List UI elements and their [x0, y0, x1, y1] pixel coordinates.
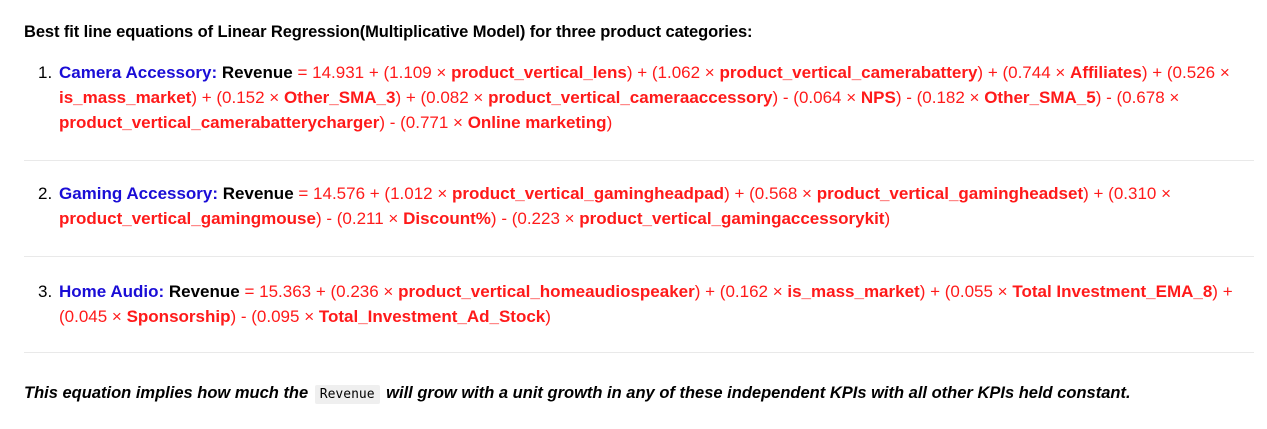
note-text-after: will grow with a unit growth in any of t… — [381, 384, 1131, 402]
term-coefficient: + (1.062 × — [632, 63, 720, 82]
term-variable: Affiliates — [1070, 63, 1142, 82]
list-number: 1. — [38, 63, 53, 82]
term-variable: product_vertical_cameraaccessory — [488, 88, 773, 107]
term-coefficient: + (1.012 × — [365, 184, 452, 203]
term-variable: product_vertical_homeaudiospeaker — [398, 282, 695, 301]
category-name: Home Audio: — [59, 282, 165, 301]
term-coefficient: + (0.152 × — [197, 88, 284, 107]
term-coefficient: + (0.162 × — [700, 282, 788, 301]
term-variable: product_vertical_gamingmouse — [59, 209, 316, 228]
term-coefficient: + (0.744 × — [983, 63, 1071, 82]
term-coefficient: - (0.678 × — [1101, 88, 1180, 107]
term-variable: product_vertical_gamingheadset — [816, 184, 1084, 203]
list-number: 3. — [38, 282, 53, 301]
term-variable: Total_Investment_Ad_Stock — [318, 307, 546, 326]
target-variable: Revenue — [221, 63, 293, 82]
term-coefficient: + (0.236 × — [311, 282, 399, 301]
term-coefficient: - (0.223 × — [496, 209, 580, 228]
separator — [24, 256, 1254, 257]
section-heading: Best fit line equations of Linear Regres… — [24, 23, 753, 41]
term-variable: NPS — [860, 88, 896, 107]
note-text-before: This equation implies how much the — [24, 384, 313, 402]
term-close: ) — [545, 307, 551, 326]
target-variable: Revenue — [168, 282, 240, 301]
term-variable: is_mass_market — [787, 282, 920, 301]
term-variable: product_vertical_lens — [451, 63, 627, 82]
term-coefficient: - (0.771 × — [385, 113, 468, 132]
intercept: = 15.363 — [239, 282, 312, 301]
term-coefficient: - (0.064 × — [778, 88, 861, 107]
target-variable: Revenue — [222, 184, 294, 203]
explanation-note: This equation implies how much the Reven… — [24, 384, 1144, 404]
term-coefficient: - (0.095 × — [236, 307, 319, 326]
term-variable: Total Investment_EMA_8 — [1012, 282, 1213, 301]
term-variable: is_mass_market — [59, 88, 192, 107]
equation-item: 1. Camera Accessory: Revenue = 14.931 + (… — [24, 60, 1254, 135]
term-coefficient: + (0.568 × — [729, 184, 817, 203]
term-variable: product_vertical_gamingaccessorykit — [579, 209, 885, 228]
term-close: ) — [884, 209, 891, 228]
list-number: 2. — [38, 184, 53, 203]
term-variable: Other_SMA_5 — [984, 88, 1096, 107]
separator — [24, 160, 1254, 161]
term-coefficient: + (1.109 × — [364, 63, 452, 82]
separator — [24, 352, 1254, 353]
equation-item: 2. Gaming Accessory: Revenue = 14.576 + (… — [24, 181, 1254, 231]
inline-code: Revenue — [314, 385, 380, 404]
equation-list: 1. Camera Accessory: Revenue = 14.931 + (… — [24, 60, 1254, 353]
term-variable: product_vertical_gamingheadpad — [451, 184, 725, 203]
term-close: ) — [606, 113, 613, 132]
term-coefficient: - (0.211 × — [321, 209, 404, 228]
term-variable: Online marketing — [467, 113, 607, 132]
intercept: = 14.576 — [293, 184, 366, 203]
term-variable: Other_SMA_3 — [283, 88, 396, 107]
category-name: Gaming Accessory: — [59, 184, 219, 203]
term-coefficient: + (0.055 × — [925, 282, 1013, 301]
equation-item: 3. Home Audio: Revenue = 15.363 + (0.236 … — [24, 279, 1254, 329]
term-variable: Sponsorship — [126, 307, 231, 326]
term-coefficient: - (0.182 × — [901, 88, 985, 107]
term-variable: Discount% — [403, 209, 491, 228]
term-variable: product_vertical_camerabattery — [719, 63, 978, 82]
intercept: = 14.931 — [292, 63, 365, 82]
term-coefficient: + (0.310 × — [1088, 184, 1172, 203]
term-variable: product_vertical_camerabatterycharger — [59, 113, 380, 132]
term-coefficient: + (0.526 × — [1147, 63, 1230, 82]
category-name: Camera Accessory: — [59, 63, 218, 82]
term-coefficient: + (0.082 × — [401, 88, 489, 107]
